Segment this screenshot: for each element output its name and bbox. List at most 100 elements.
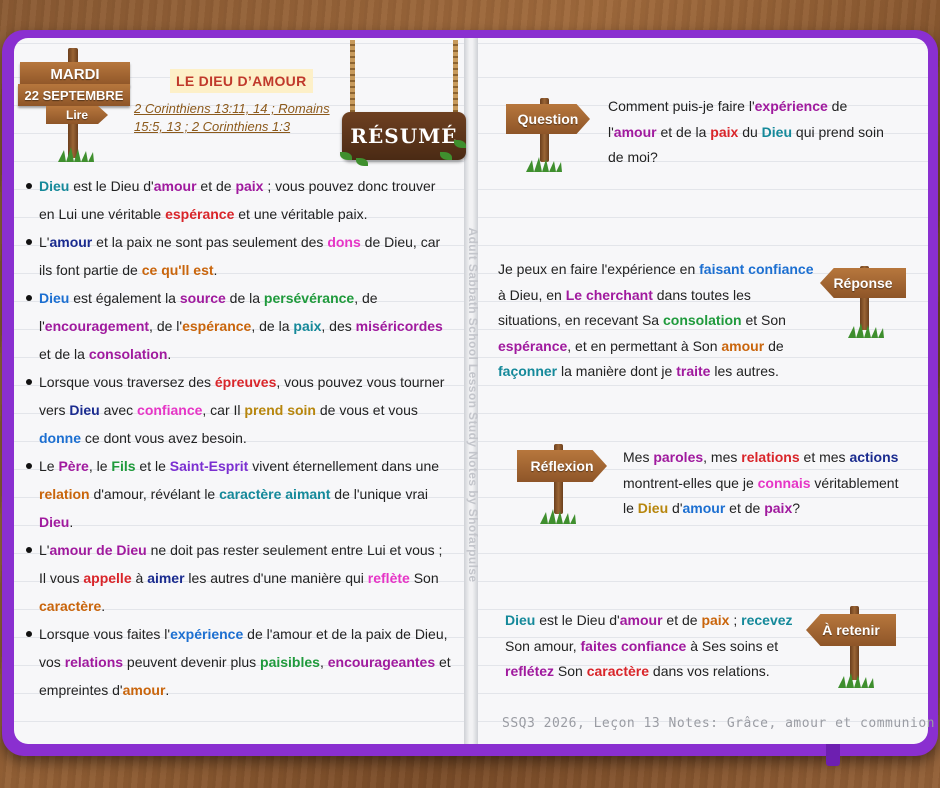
read-sign: Lire [46,106,108,124]
lesson-title: LE DIEU D’AMOUR [170,69,313,93]
highlighted-word: Dieu [761,123,793,140]
highlighted-word: appelle [83,570,132,586]
text-run: à Dieu, en [498,286,566,303]
highlighted-word: ce qu'll est [141,262,214,278]
highlighted-word: espérance [165,206,235,222]
highlighted-word: encourageantes [327,654,436,670]
highlighted-word: Père [58,458,89,474]
text-run: et de [662,612,702,628]
highlighted-word: Dieu [505,612,536,628]
highlighted-word: épreuves [214,374,277,390]
highlighted-word: paix [710,123,739,140]
highlighted-word: amour [122,682,166,698]
text-run: . [69,514,74,530]
retenir-text: Dieu est le Dieu d'amour et de paix ; re… [505,608,801,685]
highlighted-word: Dieu [637,500,669,516]
highlighted-word: relation [39,486,90,502]
highlighted-word: amour [682,500,726,516]
text-run: les autres d'une manière qui [184,570,368,586]
highlighted-word: espérance [498,337,568,354]
text-run: peuvent devenir plus [123,654,261,670]
highlighted-word: amour [49,234,93,250]
rope [350,40,355,114]
question-text: Comment puis-je faire l'expérience de l'… [608,94,898,171]
highlighted-word: actions [849,449,899,465]
highlighted-word: donne [39,430,81,446]
text-run: et la paix ne sont pas seulement des [92,234,328,250]
highlighted-word: relations [64,654,124,670]
highlighted-word: faites confiance [580,637,687,654]
highlighted-word: amour [153,178,197,194]
highlighted-word: paix [764,500,793,516]
highlighted-word: confiance [137,402,203,418]
highlighted-word: aimer [147,570,185,586]
date-sign: 22 SEPTEMBRE [18,84,130,106]
text-run: les autres. [710,363,779,379]
highlighted-word: espérance [182,318,252,334]
bullet-item: Dieu est également la source de la persé… [22,284,452,368]
text-run: la manière dont je [557,363,677,379]
text-run: et Son [741,312,786,328]
text-run: Le [39,458,59,474]
highlighted-word: source [179,290,226,306]
highlighted-word: Dieu [39,514,70,530]
text-run: . [167,346,172,362]
text-run: est le Dieu d' [535,612,620,628]
highlighted-word: connais [757,474,811,491]
text-run: et de [196,178,236,194]
bullet-item: Lorsque vous faites l'expérience de l'am… [22,620,452,704]
highlighted-word: Fils [111,458,136,474]
highlighted-word: Le cherchant [565,286,653,303]
text-run: Comment puis-je faire l' [608,98,755,114]
grass-icon [526,157,562,172]
text-run: est le Dieu d' [69,178,154,194]
highlighted-word: consolation [88,346,168,362]
highlighted-word: relations [741,449,800,465]
text-run: L' [39,234,50,250]
grass-icon [540,509,576,524]
summary-bullet-list: Dieu est le Dieu d'amour et de paix ; vo… [22,172,452,704]
text-run: . [213,262,218,278]
highlighted-word: Dieu [69,402,100,418]
text-run: et de la [656,123,711,140]
highlighted-word: reflétez [505,663,555,679]
text-run: vivent éternellement dans une [248,458,440,474]
text-run: Lorsque vous traversez des [39,374,215,390]
watermark-text: Adult Sabbath School Lesson Study Notes … [466,227,480,583]
text-run: L' [39,542,50,558]
highlighted-word: amour de Dieu [49,542,147,558]
bullet-item: L'amour de Dieu ne doit pas rester seule… [22,536,452,620]
highlighted-word: caractère [39,598,102,614]
scripture-references[interactable]: 2 Corinthiens 13:11, 14 ; Romains 15:5, … [134,100,338,136]
text-run: et mes [799,449,850,465]
text-run: . [165,682,170,698]
text-run: du [738,123,762,140]
bullet-item: L'amour et la paix ne sont pas seulement… [22,228,452,284]
text-run: , car Il [202,402,245,418]
highlighted-word: façonner [498,363,558,379]
highlighted-word: Saint-Esprit [169,458,249,474]
text-run: , et en permettant à Son [567,337,722,354]
highlighted-word: paisibles [260,654,320,670]
highlighted-word: miséricordes [355,318,443,334]
question-sign: Question [506,104,590,134]
grass-icon [58,147,94,162]
leaf-icon [340,152,352,160]
resume-hanging-sign: RÉSUMÉ [340,40,468,170]
highlighted-word: faisant confiance [699,261,814,277]
text-run: à [131,570,148,586]
highlighted-word: paix [235,178,264,194]
text-run: , des [321,318,356,334]
text-run: , de l' [149,318,183,334]
text-run: dans vos relations. [649,663,770,679]
text-run: , [319,654,328,670]
highlighted-word: Dieu [39,290,70,306]
text-run: et une véritable paix. [234,206,368,222]
text-run: . [101,598,106,614]
highlighted-word: paroles [653,449,704,465]
footer-caption: SSQ3 2026, Leçon 13 Notes: Grâce, amour … [502,716,935,731]
text-run: ce dont vous avez besoin. [81,430,247,446]
text-run: de vous et vous [315,402,418,418]
text-run: , de la [251,318,294,334]
text-run: de l'unique vrai [330,486,429,502]
